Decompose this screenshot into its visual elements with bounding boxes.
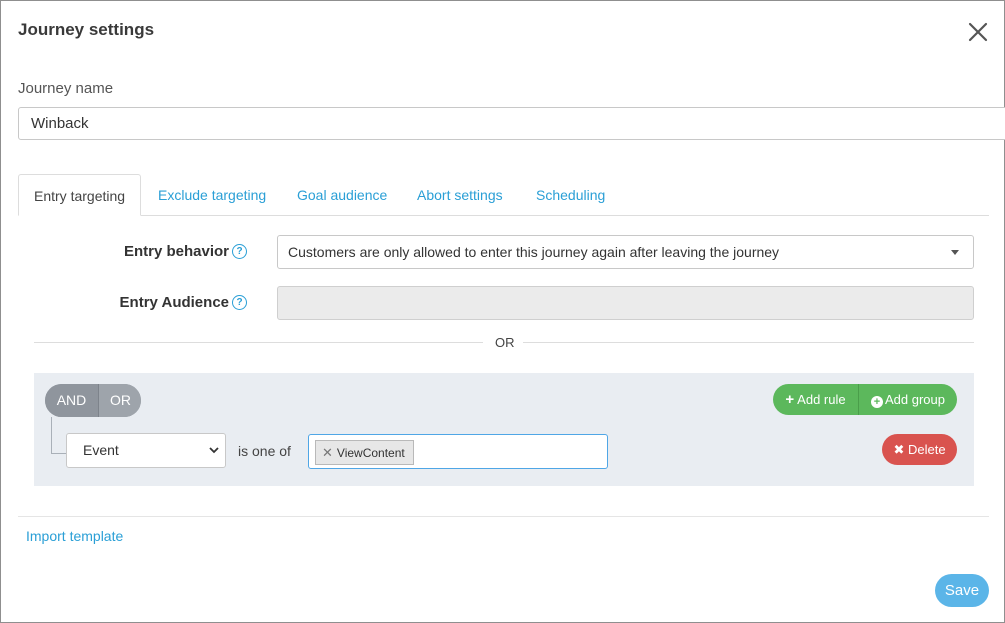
or-button[interactable]: OR <box>98 384 141 417</box>
rule-operator: is one of <box>238 443 291 459</box>
save-button[interactable]: Save <box>935 574 989 607</box>
plus-icon: + <box>785 391 795 408</box>
add-group-label: Add group <box>885 392 945 407</box>
tag-label: ViewContent <box>336 446 405 460</box>
condition-toggle: AND OR <box>45 384 141 417</box>
rule-builder: AND OR + Add rule + Add group Event is one… <box>34 373 974 486</box>
entry-audience-field[interactable] <box>277 286 974 320</box>
tab-scheduling[interactable]: Scheduling <box>536 174 605 215</box>
add-group-button[interactable]: + Add group <box>859 384 957 415</box>
entry-audience-label: Entry Audience <box>119 294 229 311</box>
tab-exclude-targeting[interactable]: Exclude targeting <box>158 174 266 215</box>
or-separator: OR <box>495 335 515 350</box>
and-button[interactable]: AND <box>45 384 98 417</box>
separator-line-left <box>34 342 483 343</box>
journey-name-label: Journey name <box>18 80 114 97</box>
rule-field-select[interactable]: Event <box>66 433 226 468</box>
tab-goal-audience[interactable]: Goal audience <box>297 174 387 215</box>
value-tag: ✕ ViewContent <box>315 440 414 465</box>
remove-tag-icon[interactable]: ✕ <box>322 445 333 460</box>
tab-entry-targeting[interactable]: Entry targeting <box>18 174 142 216</box>
import-template-link[interactable]: Import template <box>26 528 123 544</box>
help-icon[interactable]: ? <box>232 244 247 259</box>
chevron-down-icon <box>209 447 219 454</box>
close-icon[interactable] <box>967 21 989 43</box>
help-icon[interactable]: ? <box>232 295 247 310</box>
rule-connector-line <box>51 417 66 454</box>
entry-behavior-label: Entry behavior <box>123 243 229 260</box>
plus-circle-icon: + <box>871 396 883 408</box>
add-buttons-group: + Add rule + Add group <box>773 384 957 415</box>
dialog-title: Journey settings <box>18 20 155 39</box>
add-rule-button[interactable]: + Add rule <box>773 384 859 415</box>
footer-divider <box>18 516 989 517</box>
entry-behavior-select[interactable]: Customers are only allowed to enter this… <box>277 235 974 269</box>
caret-down-icon <box>951 250 959 255</box>
separator-line-right <box>523 342 974 343</box>
delete-label: Delete <box>907 442 946 457</box>
add-rule-label: Add rule <box>797 392 846 407</box>
journey-name-input[interactable] <box>18 107 1005 140</box>
close-icon: ✖ <box>893 442 905 457</box>
entry-behavior-value: Customers are only allowed to enter this… <box>288 244 780 260</box>
tab-abort-settings[interactable]: Abort settings <box>417 174 503 215</box>
rule-values-input[interactable]: ✕ ViewContent <box>308 434 608 469</box>
rule-field-value: Event <box>83 442 119 458</box>
journey-settings-dialog: Journey settings Journey name Entry targ… <box>0 0 1005 623</box>
delete-rule-button[interactable]: ✖ Delete <box>882 434 957 465</box>
settings-tabs: Entry targeting Exclude targeting Goal a… <box>18 174 989 216</box>
